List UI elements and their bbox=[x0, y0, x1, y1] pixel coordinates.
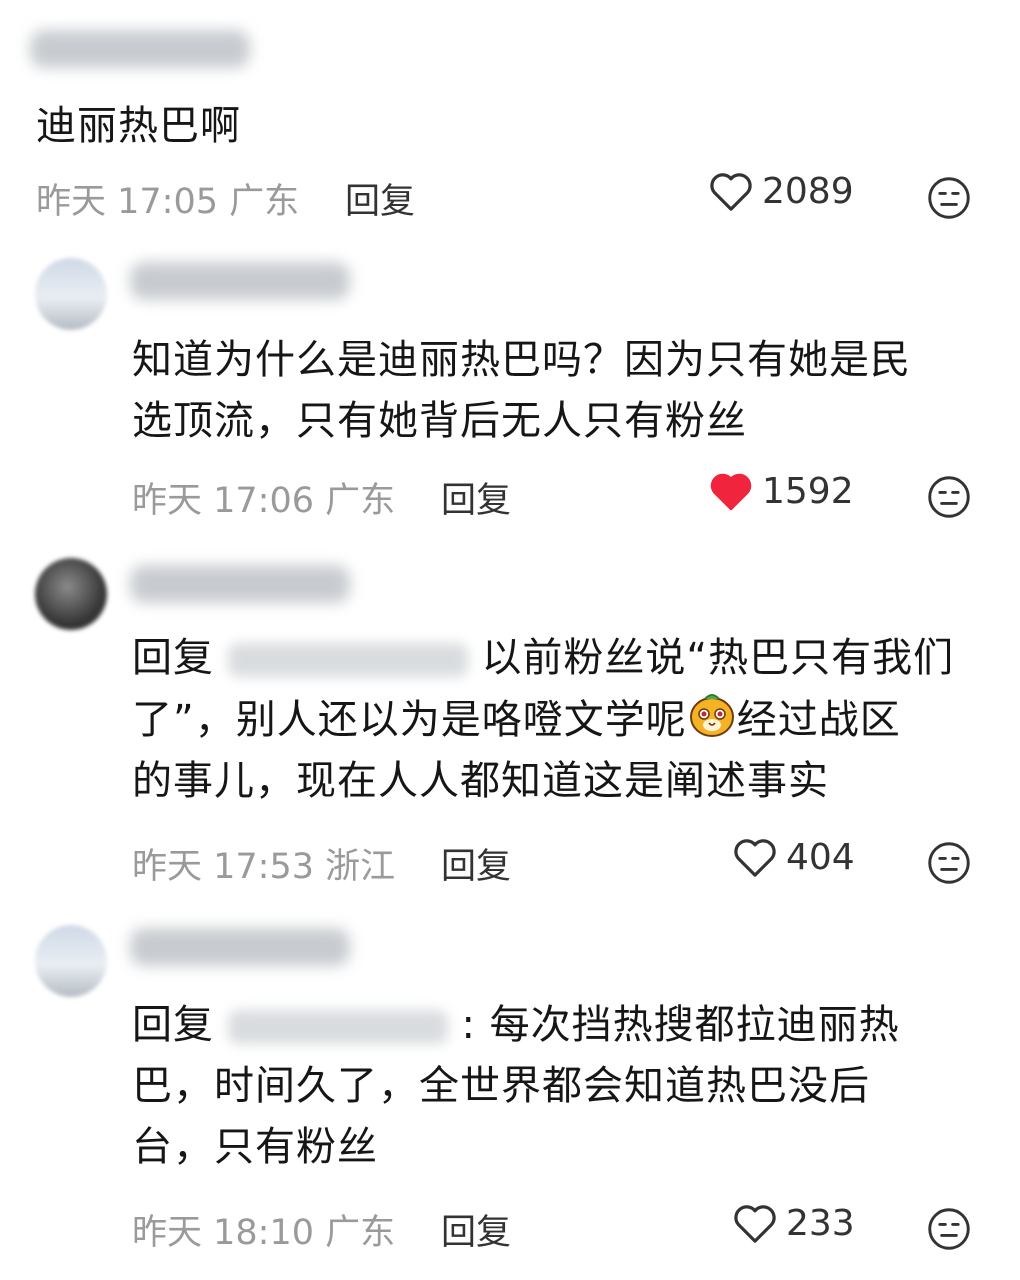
comment-meta: 昨天 17:06 广东 bbox=[132, 472, 395, 523]
comment-line-text: 了”，别人还以为是咯噔文学呢 bbox=[132, 697, 687, 743]
neutral-face-icon[interactable] bbox=[927, 176, 971, 220]
comment-line: 知道为什么是迪丽热巴吗？因为只有她是民 bbox=[132, 337, 911, 383]
neutral-face-icon[interactable] bbox=[927, 475, 971, 519]
comment-text: 回复 以前粉丝说“热巴只有我们 了”，别人还以为是咯噔文学呢 经过战区 的事儿，… bbox=[132, 628, 954, 812]
comment-location: 浙江 bbox=[325, 847, 396, 887]
heart-outline-icon bbox=[734, 1205, 776, 1243]
reply-button[interactable]: 回复 bbox=[441, 472, 511, 523]
neutral-face-icon[interactable] bbox=[927, 1207, 971, 1251]
mention-blurred[interactable] bbox=[227, 643, 468, 677]
comment-text: 迪丽热巴啊 bbox=[36, 103, 241, 149]
comment-line: 巴，时间久了，全世界都会知道热巴没后 bbox=[132, 1063, 870, 1109]
comment-text: 回复 : 每次挡热搜都拉迪丽热 巴，时间久了，全世界都会知道热巴没后 台，只有粉… bbox=[132, 995, 900, 1178]
reply-button[interactable]: 回复 bbox=[345, 173, 415, 224]
comment-location: 广东 bbox=[325, 481, 396, 521]
like-count: 1592 bbox=[762, 470, 854, 512]
comment-location: 广东 bbox=[229, 182, 300, 222]
comment-text: 知道为什么是迪丽热巴吗？因为只有她是民 选顶流，只有她背后无人只有粉丝 bbox=[132, 330, 911, 452]
avatar[interactable] bbox=[35, 925, 107, 997]
like-count: 2089 bbox=[762, 170, 854, 212]
comment-line: 回复 以前粉丝说“热巴只有我们 bbox=[132, 628, 954, 689]
like-count: 233 bbox=[786, 1202, 855, 1244]
heart-outline-icon bbox=[734, 839, 776, 877]
username-blurred[interactable] bbox=[130, 262, 350, 300]
heart-filled-icon bbox=[710, 473, 752, 511]
comment-line: 回复 : 每次挡热搜都拉迪丽热 bbox=[132, 995, 900, 1056]
comment-line-text: 经过战区 bbox=[736, 697, 901, 743]
comment-meta: 昨天 18:10 广东 bbox=[132, 1204, 395, 1255]
like-button[interactable]: 233 bbox=[732, 1202, 855, 1244]
reply-prefix: 回复 bbox=[132, 1002, 214, 1048]
heart-outline-icon bbox=[710, 173, 752, 211]
reply-button[interactable]: 回复 bbox=[441, 838, 511, 889]
neutral-face-icon[interactable] bbox=[927, 841, 971, 885]
avatar[interactable] bbox=[35, 258, 107, 330]
comment-line-text: : 每次挡热搜都拉迪丽热 bbox=[461, 1002, 900, 1048]
comment-line: 选顶流，只有她背后无人只有粉丝 bbox=[132, 398, 747, 444]
comment-time: 昨天 17:05 bbox=[36, 182, 218, 222]
comment-line: 台，只有粉丝 bbox=[132, 1124, 378, 1170]
reply-prefix: 回复 bbox=[132, 635, 214, 681]
mention-blurred[interactable] bbox=[227, 1010, 448, 1044]
comment-meta: 昨天 17:05 广东 bbox=[36, 173, 299, 224]
username-blurred[interactable] bbox=[130, 928, 350, 966]
like-button[interactable]: 1592 bbox=[708, 470, 854, 512]
dog-face-emoji bbox=[689, 694, 734, 737]
like-button[interactable]: 404 bbox=[732, 836, 855, 878]
avatar[interactable] bbox=[35, 558, 107, 630]
comment-time: 昨天 17:53 bbox=[132, 847, 314, 887]
comment-time: 昨天 17:06 bbox=[132, 481, 314, 521]
comment-line: 的事儿，现在人人都知道这是阐述事实 bbox=[132, 758, 829, 804]
like-button[interactable]: 2089 bbox=[708, 170, 854, 212]
comment-location: 广东 bbox=[325, 1213, 396, 1253]
like-count: 404 bbox=[786, 836, 855, 878]
username-blurred[interactable] bbox=[130, 565, 350, 603]
comment-time: 昨天 18:10 bbox=[132, 1213, 314, 1253]
comment-line-text: 以前粉丝说“热巴只有我们 bbox=[481, 635, 955, 681]
reply-button[interactable]: 回复 bbox=[441, 1204, 511, 1255]
comment-line: 了”，别人还以为是咯噔文学呢 经过战区 bbox=[132, 689, 954, 751]
comment-meta: 昨天 17:53 浙江 bbox=[132, 838, 395, 889]
username-blurred[interactable] bbox=[30, 30, 250, 68]
